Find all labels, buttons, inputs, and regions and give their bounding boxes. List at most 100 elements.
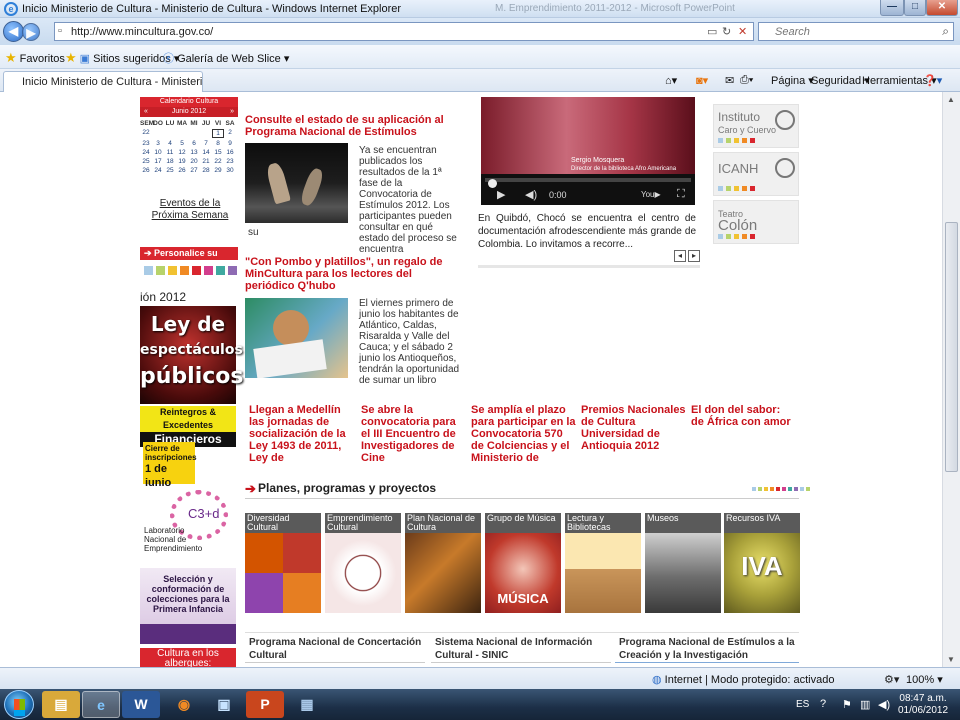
minimize-button[interactable]: — xyxy=(880,0,904,16)
calendar-day[interactable]: 23 xyxy=(224,158,236,165)
calendar-day[interactable]: 13 xyxy=(188,149,200,156)
color-swatch[interactable] xyxy=(216,266,225,275)
tile-museos[interactable]: Museos xyxy=(645,513,721,613)
color-swatch[interactable] xyxy=(228,266,237,275)
calendar-day[interactable]: 10 xyxy=(152,149,164,156)
primera-infancia-banner[interactable]: Selección y conformación de colecciones … xyxy=(140,568,236,644)
calendar-day[interactable]: 21 xyxy=(200,158,212,165)
calendar-day[interactable]: 28 xyxy=(200,167,212,174)
safety-menu[interactable]: Seguridad ▾ xyxy=(811,74,870,87)
protected-mode-icon[interactable]: ⚙▾ xyxy=(884,673,899,686)
calendar-day[interactable]: 22 xyxy=(212,158,224,165)
calendar-day[interactable]: 20 xyxy=(188,158,200,165)
print-icon[interactable]: ⎙▾ xyxy=(740,74,753,87)
calendar-day[interactable]: 15 xyxy=(212,149,224,156)
calendar-day[interactable]: 11 xyxy=(164,149,176,156)
color-swatch[interactable] xyxy=(156,266,165,275)
back-button[interactable]: ◀ xyxy=(3,21,24,42)
clock[interactable]: 08:47 a.m. 01/06/2012 xyxy=(898,693,948,717)
cultura-albergues-banner[interactable]: Cultura en los albergues: xyxy=(140,648,236,669)
calendar-day[interactable]: 7 xyxy=(200,140,212,147)
news-link-medellin[interactable]: Llegan a Medellín las jornadas de social… xyxy=(249,404,354,464)
url-field[interactable]: ▫ http://www.mincultura.gov.co/ ▭ ↻ ✕ xyxy=(54,22,754,41)
powerpoint-taskbar-icon[interactable]: P xyxy=(246,691,284,718)
stop-icon[interactable]: ✕ xyxy=(738,25,747,38)
cierre-inscripciones-banner[interactable]: Cierre de inscripciones 1 de junio xyxy=(143,442,197,489)
program-sinic-link[interactable]: Sistema Nacional de Información Cultural… xyxy=(435,636,613,662)
calendar-day[interactable]: 2 xyxy=(224,129,236,138)
calendar-day[interactable]: 24 xyxy=(152,167,164,174)
fullscreen-icon[interactable]: ⛶ xyxy=(677,188,685,201)
calendar-day[interactable]: 5 xyxy=(176,140,188,147)
instituto-caro-cuervo-logo[interactable]: Instituto Caro y Cuervo xyxy=(713,104,799,148)
language-indicator[interactable]: ES xyxy=(796,699,809,710)
tile-grupo-musica[interactable]: Grupo de Música MÚSICA xyxy=(485,513,561,613)
news-link-colciencias[interactable]: Se amplía el plazo para participar en la… xyxy=(471,404,576,464)
volume-icon[interactable]: ◀) xyxy=(525,188,537,201)
start-button[interactable] xyxy=(4,690,34,719)
calendar-day[interactable]: 9 xyxy=(224,140,236,147)
laboratorio-emprendimiento-banner[interactable]: C3+d Laboratorio Nacional de Emprendimie… xyxy=(140,486,236,564)
maximize-button[interactable]: □ xyxy=(904,0,926,16)
color-swatch[interactable] xyxy=(168,266,177,275)
help-icon[interactable]: ❓▾ xyxy=(923,74,942,87)
search-box[interactable]: ⌕ xyxy=(758,22,954,41)
calendar-day[interactable]: 8 xyxy=(212,140,224,147)
calendar-day[interactable]: 18 xyxy=(164,158,176,165)
tile-plan-nacional-cultura[interactable]: Plan Nacional de Cultura xyxy=(405,513,481,613)
home-icon[interactable]: ⌂▾ xyxy=(665,74,677,87)
news-link-cine[interactable]: Se abre la convocatoria para el III Encu… xyxy=(361,404,466,464)
play-icon[interactable]: ▶ xyxy=(497,188,505,201)
news-title-pombo[interactable]: "Con Pombo y platillos", un regalo de Mi… xyxy=(245,256,460,292)
youtube-logo-icon[interactable]: You▶ xyxy=(641,190,661,199)
color-swatch[interactable] xyxy=(180,266,189,275)
compatibility-view-icon[interactable]: ▭ xyxy=(707,25,717,38)
favorites-button[interactable]: ★ Favoritos xyxy=(5,50,65,66)
network-tray-icon[interactable]: ▥ xyxy=(860,698,870,711)
color-swatch[interactable] xyxy=(144,266,153,275)
tile-diversidad-cultural[interactable]: Diversidad Cultural xyxy=(245,513,321,613)
tile-emprendimiento-cultural[interactable]: Emprendimiento Cultural xyxy=(325,513,401,613)
color-swatch[interactable] xyxy=(204,266,213,275)
program-estimulos-link[interactable]: Programa Nacional de Estímulos a la Crea… xyxy=(619,636,799,662)
color-swatch[interactable] xyxy=(192,266,201,275)
calendar-day[interactable]: 6 xyxy=(188,140,200,147)
web-slice-gallery-link[interactable]: ⓔ Galería de Web Slice ▾ xyxy=(163,50,289,66)
security-zone-status[interactable]: ◍ Internet | Modo protegido: activado xyxy=(652,673,834,686)
calendar-day[interactable]: 26 xyxy=(176,167,188,174)
tile-recursos-iva[interactable]: Recursos IVA IVA xyxy=(724,513,800,613)
page-menu[interactable]: Página ▾ xyxy=(771,74,814,87)
teatro-colon-logo[interactable]: Teatro Colón xyxy=(713,200,799,244)
folder-taskbar-icon[interactable]: ▣ xyxy=(205,691,243,718)
scroll-thumb[interactable] xyxy=(945,222,958,472)
ley-espectaculos-banner[interactable]: Ley de espectáculos públicos xyxy=(140,306,244,404)
calendar-next-button[interactable]: » xyxy=(230,107,234,117)
calendar-day[interactable]: 19 xyxy=(176,158,188,165)
firefox-taskbar-icon[interactable]: ◉ xyxy=(165,691,203,718)
feeds-icon[interactable]: ◙▾ xyxy=(696,74,708,87)
calendar-day[interactable]: 25 xyxy=(164,167,176,174)
calendar-day[interactable]: 14 xyxy=(200,149,212,156)
ie-taskbar-icon[interactable]: e xyxy=(82,691,120,718)
word-taskbar-icon[interactable]: W xyxy=(122,691,160,718)
calendar-day[interactable]: 4 xyxy=(164,140,176,147)
video-prev-button[interactable]: ◂ xyxy=(674,250,686,262)
tile-lectura-bibliotecas[interactable]: Lectura y Bibliotecas xyxy=(565,513,641,613)
children-reading-photo[interactable] xyxy=(245,298,348,378)
tab-current[interactable]: Inicio Ministerio de Cultura - Ministeri… xyxy=(3,71,203,92)
calendar-prev-button[interactable]: « xyxy=(144,107,148,117)
calendar-day[interactable]: 17 xyxy=(152,158,164,165)
scroll-down-icon[interactable]: ▼ xyxy=(947,655,955,664)
calendar-day[interactable]: 1 xyxy=(212,129,224,138)
close-window-button[interactable]: ✕ xyxy=(926,0,958,16)
icanh-logo[interactable]: ICANH xyxy=(713,152,799,196)
news-link-premios[interactable]: Premios Nacionales de Cultura Universida… xyxy=(581,404,686,452)
news-link-sabor[interactable]: El don del sabor: de África con amor xyxy=(691,404,796,428)
flag-tray-icon[interactable]: ⚑ xyxy=(842,698,852,711)
search-input[interactable] xyxy=(775,24,935,40)
mail-icon[interactable]: ✉ xyxy=(725,74,734,87)
calendar-day[interactable]: 27 xyxy=(188,167,200,174)
video-seek-knob[interactable] xyxy=(488,179,497,188)
scroll-up-icon[interactable]: ▲ xyxy=(947,95,955,104)
next-week-events-link[interactable]: Eventos de la Próxima Semana xyxy=(144,198,236,222)
